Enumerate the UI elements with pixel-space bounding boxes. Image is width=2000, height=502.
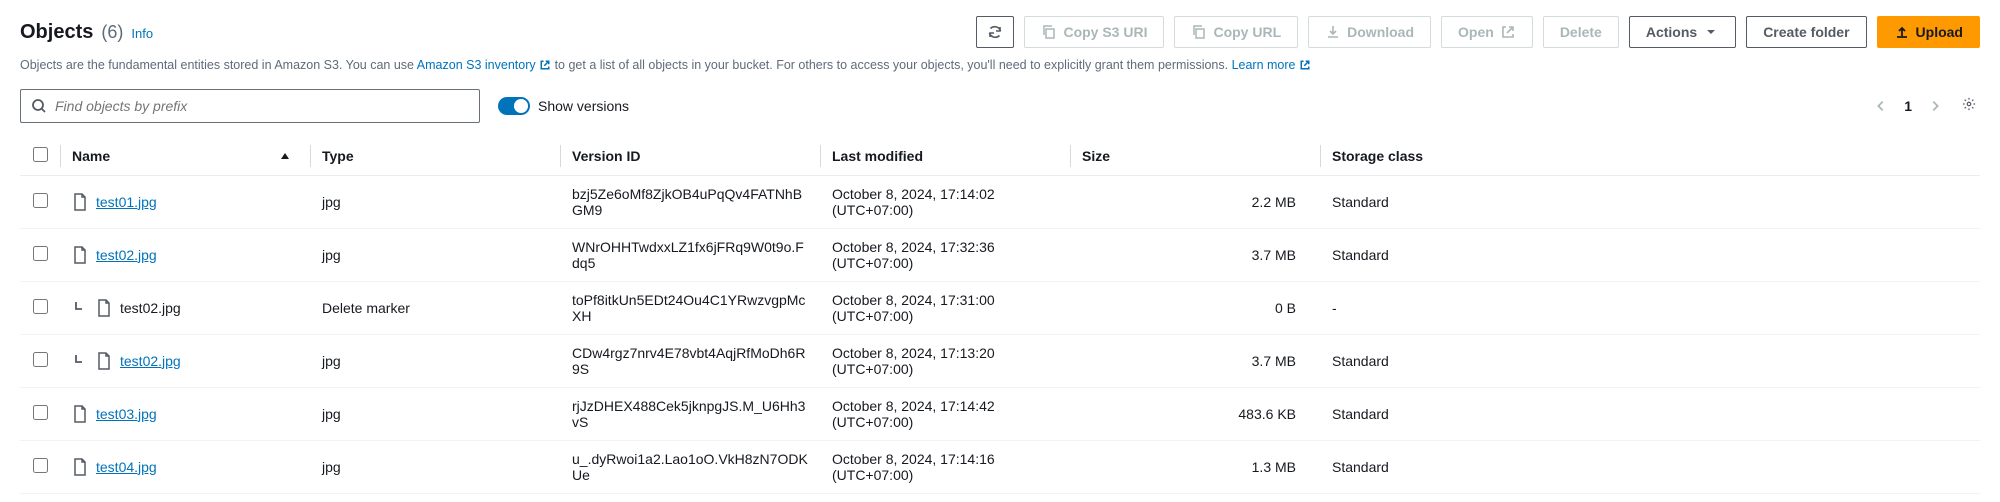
- object-last-modified: October 8, 2024, 17:14:16 (UTC+07:00): [820, 440, 1070, 493]
- description-text: Objects are the fundamental entities sto…: [20, 56, 1980, 75]
- refresh-icon: [987, 24, 1003, 40]
- row-checkbox[interactable]: [33, 193, 48, 208]
- version-nest-icon: [72, 353, 88, 369]
- copy-icon: [1041, 24, 1057, 40]
- page-number: 1: [1904, 98, 1912, 114]
- object-size: 3.7 MB: [1070, 334, 1320, 387]
- object-size: 3.7 MB: [1070, 228, 1320, 281]
- file-icon: [72, 458, 88, 476]
- object-last-modified: October 8, 2024, 17:14:02 (UTC+07:00): [820, 175, 1070, 228]
- show-versions-label: Show versions: [538, 98, 629, 114]
- object-version-id: bzj5Ze6oMf8ZjkOB4uPqQv4FATNhBGM9: [560, 175, 820, 228]
- download-button[interactable]: Download: [1308, 16, 1431, 48]
- object-storage-class: Standard: [1320, 440, 1980, 493]
- table-row: test01.jpg jpgbzj5Ze6oMf8ZjkOB4uPqQv4FATN…: [20, 175, 1980, 228]
- object-type: jpg: [310, 387, 560, 440]
- table-row: test02.jpg jpgCDw4rgz7nrv4E78vbt4AqjRfMoD…: [20, 334, 1980, 387]
- object-version-id: CDw4rgz7nrv4E78vbt4AqjRfMoDh6R9S: [560, 334, 820, 387]
- table-row: test04.jpg jpgu_.dyRwoi1a2.Lao1oO.VkH8zN7…: [20, 440, 1980, 493]
- refresh-button[interactable]: [976, 16, 1014, 48]
- object-name[interactable]: test01.jpg: [96, 194, 157, 210]
- file-icon: [96, 299, 112, 317]
- file-icon: [96, 352, 112, 370]
- object-storage-class: Standard: [1320, 334, 1980, 387]
- column-storage-class[interactable]: Storage class: [1320, 137, 1980, 176]
- sort-asc-icon: [280, 151, 290, 161]
- objects-table: Name Type Version ID Last modified Size …: [20, 137, 1980, 494]
- object-name[interactable]: test03.jpg: [96, 406, 157, 422]
- object-count: (6): [101, 22, 123, 43]
- upload-icon: [1894, 24, 1910, 40]
- open-button[interactable]: Open: [1441, 16, 1533, 48]
- object-storage-class: Standard: [1320, 175, 1980, 228]
- version-nest-icon: [72, 300, 88, 316]
- page-title: Objects: [20, 21, 93, 44]
- file-icon: [72, 246, 88, 264]
- copy-icon: [1191, 24, 1207, 40]
- search-box[interactable]: [20, 89, 480, 123]
- search-icon: [31, 98, 47, 114]
- file-icon: [72, 193, 88, 211]
- prev-page-icon[interactable]: [1874, 99, 1888, 113]
- show-versions-toggle[interactable]: [498, 97, 530, 115]
- table-row: test02.jpg jpgWNrOHHTwdxxLZ1fx6jFRq9W0t9o…: [20, 228, 1980, 281]
- object-last-modified: October 8, 2024, 17:31:00 (UTC+07:00): [820, 281, 1070, 334]
- row-checkbox[interactable]: [33, 299, 48, 314]
- info-link[interactable]: Info: [131, 26, 153, 41]
- object-name[interactable]: test02.jpg: [96, 247, 157, 263]
- s3-inventory-link[interactable]: Amazon S3 inventory: [417, 58, 551, 72]
- object-type: jpg: [310, 228, 560, 281]
- object-type: jpg: [310, 175, 560, 228]
- column-size[interactable]: Size: [1070, 137, 1320, 176]
- object-type: jpg: [310, 334, 560, 387]
- object-type: jpg: [310, 440, 560, 493]
- caret-down-icon: [1703, 24, 1719, 40]
- object-version-id: u_.dyRwoi1a2.Lao1oO.VkH8zN7ODKUe: [560, 440, 820, 493]
- object-size: 2.2 MB: [1070, 175, 1320, 228]
- object-last-modified: October 8, 2024, 17:32:36 (UTC+07:00): [820, 228, 1070, 281]
- row-checkbox[interactable]: [33, 405, 48, 420]
- object-storage-class: -: [1320, 281, 1980, 334]
- object-size: 0 B: [1070, 281, 1320, 334]
- column-name[interactable]: Name: [60, 137, 310, 176]
- object-storage-class: Standard: [1320, 228, 1980, 281]
- row-checkbox[interactable]: [33, 246, 48, 261]
- learn-more-link[interactable]: Learn more: [1232, 58, 1311, 72]
- search-input[interactable]: [55, 98, 469, 114]
- copy-s3-uri-button[interactable]: Copy S3 URI: [1024, 16, 1164, 48]
- object-type: Delete marker: [310, 281, 560, 334]
- external-link-icon: [1500, 24, 1516, 40]
- settings-button[interactable]: [1958, 93, 1980, 118]
- object-version-id: rjJzDHEX488Cek5jknpgJS.M_U6Hh3vS: [560, 387, 820, 440]
- table-row: test02.jpg Delete markertoPf8itkUn5EDt24O…: [20, 281, 1980, 334]
- column-version-id[interactable]: Version ID: [560, 137, 820, 176]
- copy-url-button[interactable]: Copy URL: [1174, 16, 1298, 48]
- column-type[interactable]: Type: [310, 137, 560, 176]
- row-checkbox[interactable]: [33, 352, 48, 367]
- object-name[interactable]: test04.jpg: [96, 459, 157, 475]
- object-name: test02.jpg: [120, 300, 181, 316]
- object-storage-class: Standard: [1320, 387, 1980, 440]
- upload-button[interactable]: Upload: [1877, 16, 1980, 48]
- object-name[interactable]: test02.jpg: [120, 353, 181, 369]
- object-size: 483.6 KB: [1070, 387, 1320, 440]
- actions-button[interactable]: Actions: [1629, 16, 1736, 48]
- column-last-modified[interactable]: Last modified: [820, 137, 1070, 176]
- delete-button[interactable]: Delete: [1543, 16, 1619, 48]
- create-folder-button[interactable]: Create folder: [1746, 16, 1866, 48]
- select-all-checkbox[interactable]: [33, 147, 48, 162]
- external-link-icon: [539, 59, 551, 71]
- object-last-modified: October 8, 2024, 17:13:20 (UTC+07:00): [820, 334, 1070, 387]
- next-page-icon[interactable]: [1928, 99, 1942, 113]
- object-version-id: WNrOHHTwdxxLZ1fx6jFRq9W0t9o.Fdq5: [560, 228, 820, 281]
- object-last-modified: October 8, 2024, 17:14:42 (UTC+07:00): [820, 387, 1070, 440]
- gear-icon: [1962, 97, 1976, 111]
- object-size: 1.3 MB: [1070, 440, 1320, 493]
- object-version-id: toPf8itkUn5EDt24Ou4C1YRwzvgpMcXH: [560, 281, 820, 334]
- external-link-icon: [1299, 59, 1311, 71]
- download-icon: [1325, 24, 1341, 40]
- table-row: test03.jpg jpgrjJzDHEX488Cek5jknpgJS.M_U6…: [20, 387, 1980, 440]
- file-icon: [72, 405, 88, 423]
- row-checkbox[interactable]: [33, 458, 48, 473]
